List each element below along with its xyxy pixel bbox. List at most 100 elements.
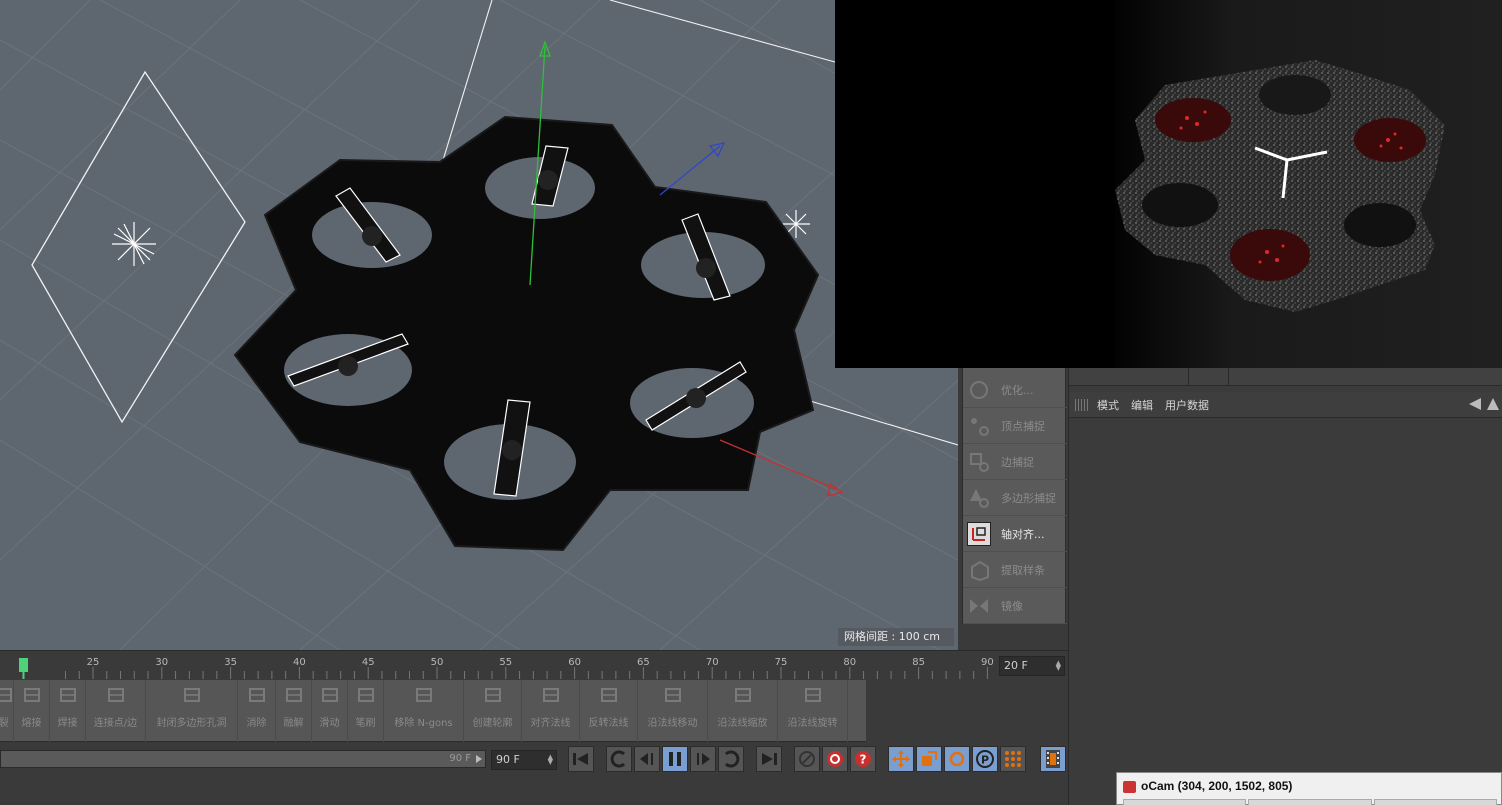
key-selection-button[interactable]: ? [850,746,876,772]
normal-move-icon [662,684,684,706]
mesh-tool-normal-rotate[interactable]: 沿法线旋转 [778,680,848,742]
help-icon: ? [855,751,871,767]
grip-icon[interactable] [1075,398,1089,411]
timeline-tick-label: 55 [499,657,512,668]
prev-key-button[interactable] [606,746,632,772]
timeline-tick-label: 80 [843,657,856,668]
spinner-icon[interactable]: ▲ ▼ [1056,660,1061,672]
rotation-key-button[interactable] [944,746,970,772]
command-palette: 优化... 顶点捕捉 边捕捉 多边形捕捉 轴对齐... 提取样条 镜像 [962,368,1067,624]
split-icon [0,684,15,706]
axis-align-icon [967,521,991,546]
mesh-tool-split[interactable]: 裂 [0,680,14,742]
playhead-marker[interactable] [19,658,28,672]
drone-mesh[interactable] [233,115,820,552]
timeline-tick-label: 35 [224,657,237,668]
back-arrow-icon[interactable] [1469,398,1481,410]
point-level-key-button[interactable] [1000,746,1026,772]
menu-edit[interactable]: 编辑 [1131,397,1153,413]
timeline-button[interactable] [1040,746,1066,772]
area-light-outline[interactable] [31,70,246,424]
mesh-tool-brush[interactable]: 笔刷 [348,680,384,742]
playback-bar: 90 F 90 F ▲ ▼ ? P [0,742,1068,778]
mesh-tool-slide[interactable]: 滑动 [312,680,348,742]
timeline-tick-label: 90 [981,657,994,668]
mesh-tool-align-normals[interactable]: 对齐法线 [522,680,580,742]
timeline-ticks: 25 30 35 40 45 50 55 60 65 70 75 80 85 90 [0,653,995,679]
timeline-tick-label: 70 [706,657,719,668]
skip-start-icon [573,753,588,765]
palette-item-polygon-snap[interactable]: 多边形捕捉 [963,480,1067,516]
palette-item-vertex-snap[interactable]: 顶点捕捉 [963,408,1067,444]
next-key-button[interactable] [718,746,744,772]
connect-icon [105,684,127,706]
spinner-icon[interactable]: ▲ ▼ [548,754,553,766]
timeline-ruler[interactable]: 25 30 35 40 45 50 55 60 65 70 75 80 85 90 [0,650,1068,680]
scale-key-button[interactable] [916,746,942,772]
create-outline-icon [482,684,504,706]
mesh-tool-normal-move[interactable]: 沿法线移动 [638,680,708,742]
svg-text:P: P [981,754,989,767]
timeline-tick-label: 65 [637,657,650,668]
slider-arrow-icon[interactable] [476,755,482,763]
render-preview-window[interactable] [835,0,1502,368]
mesh-tool-close-hole[interactable]: 封闭多边形孔洞 [146,680,238,742]
brush-icon [355,684,377,706]
stitch-icon [57,684,79,706]
film-strip-icon [1046,750,1060,768]
timeline-tick-label: 25 [87,657,100,668]
go-to-start-button[interactable] [568,746,594,772]
parameter-key-button[interactable]: P [972,746,998,772]
reverse-normals-icon [598,684,620,706]
mesh-tool-weld[interactable]: 熔接 [14,680,50,742]
record-keys-button[interactable] [794,746,820,772]
cinema4d-window: 网格间距 : 100 cm 优化... 顶点捕捉 边捕捉 多边形捕捉 轴对齐..… [0,0,1502,805]
normal-scale-icon [732,684,754,706]
pause-button[interactable] [662,746,688,772]
mesh-tools-bar: 裂熔接 焊接 连接点/边 封闭多边形孔洞 消除 融解 滑动 笔刷 移除 N-gons 创建轮廓 对齐… [0,680,866,742]
mesh-tool-connect[interactable]: 连接点/边 [86,680,146,742]
max-frame-field[interactable]: 90 F ▲ ▼ [491,750,557,770]
normal-rotate-icon [802,684,824,706]
frame-range-slider[interactable]: 90 F [0,750,486,768]
slide-icon [319,684,341,706]
3d-viewport[interactable]: 网格间距 : 100 cm [0,0,958,650]
mesh-tool-remove-ngons[interactable]: 移除 N-gons [384,680,464,742]
palette-item-edge-snap[interactable]: 边捕捉 [963,444,1067,480]
record-icon [827,751,843,767]
mesh-tool-reverse-normals[interactable]: 反转法线 [580,680,638,742]
auto-key-button[interactable] [822,746,848,772]
prev-frame-button[interactable] [634,746,660,772]
dissolve-icon [246,684,268,706]
attribute-menu-bar: 模式 编辑 用户数据 [1069,392,1502,418]
current-frame-field[interactable]: 20 F ▲ ▼ [999,656,1065,676]
up-arrow-icon[interactable] [1487,398,1499,410]
rotate-icon [949,751,965,767]
menu-user-data[interactable]: 用户数据 [1165,397,1209,413]
polygon-snap-icon [967,486,991,510]
ocam-tabs [1123,799,1497,805]
mesh-tool-create-outline[interactable]: 创建轮廓 [464,680,522,742]
position-key-button[interactable] [888,746,914,772]
next-frame-button[interactable] [690,746,716,772]
mesh-tool-melt[interactable]: 融解 [276,680,312,742]
skip-end-icon [762,753,777,765]
palette-item-mirror[interactable]: 镜像 [963,588,1067,624]
mesh-tool-stitch[interactable]: 焊接 [50,680,86,742]
close-hole-icon [181,684,203,706]
ocam-title: oCam (304, 200, 1502, 805) [1141,779,1293,793]
status-strip [0,778,1068,805]
menu-mode[interactable]: 模式 [1097,397,1119,413]
align-normals-icon [540,684,562,706]
light-star-icon[interactable] [112,222,156,266]
edge-snap-icon [967,450,991,474]
palette-item-axis-align[interactable]: 轴对齐... [963,516,1067,552]
palette-item-optimize[interactable]: 优化... [963,372,1067,408]
mesh-tool-dissolve[interactable]: 消除 [238,680,276,742]
ocam-window[interactable]: oCam (304, 200, 1502, 805) [1116,772,1502,805]
viewport-scene [0,0,958,650]
palette-item-extract-spline[interactable]: 提取样条 [963,552,1067,588]
mesh-tool-normal-scale[interactable]: 沿法线缩放 [708,680,778,742]
timeline-tick-label: 60 [568,657,581,668]
go-to-end-button[interactable] [756,746,782,772]
